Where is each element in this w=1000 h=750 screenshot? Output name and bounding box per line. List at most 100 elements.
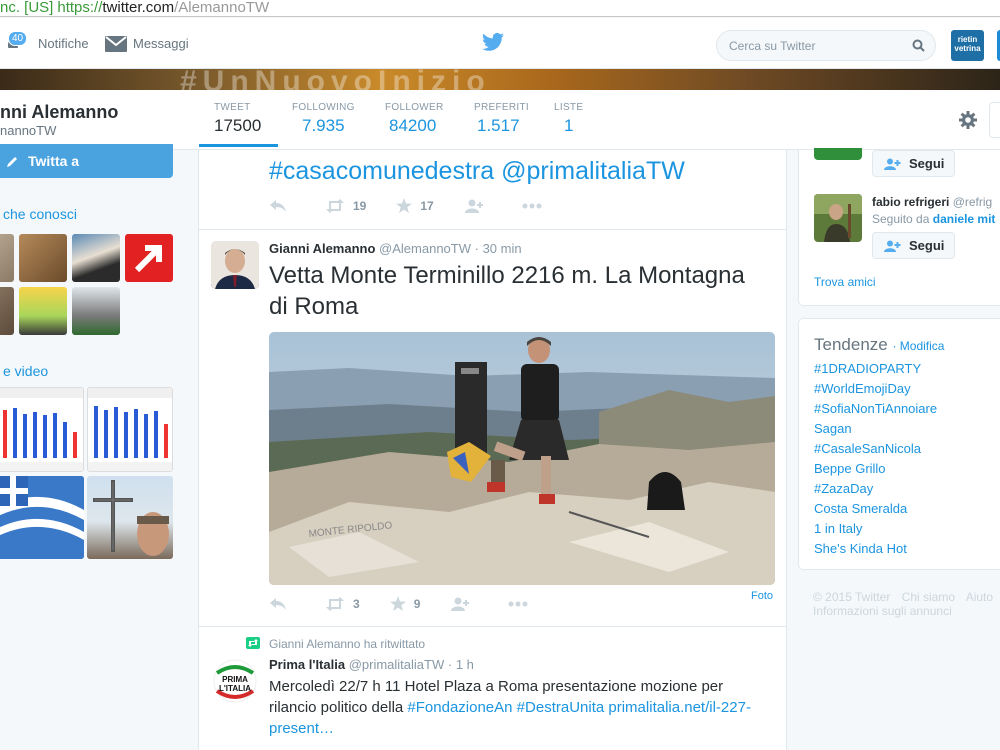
retweet-indicator-icon bbox=[246, 637, 260, 649]
stat-label: FOLLOWING bbox=[292, 102, 355, 113]
person-thumbnail[interactable] bbox=[72, 287, 120, 335]
retweet-button[interactable]: 19 bbox=[325, 198, 367, 213]
follow-label: Segui bbox=[909, 238, 945, 253]
retweeted-by-label[interactable]: Gianni Alemanno ha ritwittato bbox=[269, 637, 425, 651]
retweet-button[interactable]: 3 bbox=[325, 596, 360, 611]
author-name[interactable]: Gianni Alemanno bbox=[269, 241, 375, 256]
stat-following[interactable]: FOLLOWING 7.935 bbox=[292, 102, 355, 136]
trend-item[interactable]: She's Kinda Hot bbox=[814, 541, 907, 556]
follow-user-action[interactable] bbox=[450, 597, 478, 611]
stat-favorites[interactable]: PREFERITI 1.517 bbox=[474, 102, 529, 136]
url-path: /AlemannoTW bbox=[174, 0, 270, 16]
person-thumbnail[interactable] bbox=[0, 287, 14, 335]
url-domain: twitter.com bbox=[102, 0, 175, 16]
notifications-link[interactable]: 40 Notifiche bbox=[0, 18, 89, 69]
person-outdoor-photo bbox=[814, 194, 862, 242]
who-to-follow-panel: Segui fabio refrigeri @refrig Seguito da… bbox=[798, 148, 1000, 306]
trend-item[interactable]: #CasaleSanNicola bbox=[814, 441, 921, 456]
favorite-count: 9 bbox=[413, 596, 421, 611]
search-icon[interactable] bbox=[912, 39, 925, 52]
trend-item[interactable]: Costa Smeralda bbox=[814, 501, 907, 516]
stat-tweets[interactable]: TWEET 17500 bbox=[199, 102, 278, 147]
trend-item[interactable]: #ZazaDay bbox=[814, 481, 873, 496]
footer: © 2015 Twitter Chi siamo Aiuto Informazi… bbox=[813, 590, 993, 618]
person-thumbnail[interactable] bbox=[19, 287, 67, 335]
tweet-time[interactable]: · 1 h bbox=[448, 657, 474, 672]
follow-button[interactable]: Segui bbox=[872, 150, 955, 177]
trend-item[interactable]: Sagan bbox=[814, 421, 852, 436]
tweet-item[interactable]: Gianni Alemanno ha ritwittato PRIMA L'IT… bbox=[199, 627, 786, 750]
suggestion-avatar[interactable] bbox=[814, 194, 862, 242]
tweet-item[interactable]: #casacomunedestra @primalitaliaTW 19 17 bbox=[199, 150, 786, 230]
suggestion-handle: @refrig bbox=[952, 195, 993, 209]
photo-link[interactable]: Foto bbox=[751, 590, 773, 602]
banner-text: #UnNuovoInizio bbox=[180, 69, 491, 90]
twitter-bird-icon[interactable] bbox=[481, 30, 505, 54]
search-input[interactable]: Cerca su Twitter bbox=[716, 30, 936, 61]
messages-link[interactable]: Messaggi bbox=[105, 18, 189, 69]
more-button[interactable] bbox=[508, 601, 536, 607]
person-thumbnail[interactable] bbox=[0, 234, 14, 282]
timeline: #casacomunedestra @primalitaliaTW 19 17 bbox=[198, 150, 787, 750]
stat-value: 84200 bbox=[389, 116, 437, 135]
tweet-header: Prima l'Italia @primalitaliaTW · 1 h bbox=[269, 657, 474, 672]
help-link[interactable]: Aiuto bbox=[966, 590, 993, 604]
trend-item[interactable]: #SofiaNonTiAnnoiare bbox=[814, 401, 937, 416]
favorite-button[interactable]: 9 bbox=[389, 596, 421, 611]
author-handle[interactable]: @primalitaliaTW bbox=[349, 657, 445, 672]
reply-button[interactable] bbox=[269, 199, 295, 213]
people-you-know-heading: che conosci bbox=[3, 206, 77, 222]
stat-value: 17500 bbox=[214, 116, 262, 135]
media-thumbnail-summit[interactable] bbox=[87, 476, 173, 559]
tweet-item[interactable]: Gianni Alemanno @AlemannoTW · 30 min Vet… bbox=[199, 230, 786, 627]
logo-text-bottom: L'ITALIA bbox=[219, 684, 251, 693]
suggestion-name[interactable]: fabio refrigeri @refrig bbox=[872, 195, 992, 209]
trend-item[interactable]: 1 in Italy bbox=[814, 521, 862, 536]
author-name[interactable]: Prima l'Italia bbox=[269, 657, 345, 672]
media-thumbnail-chart[interactable] bbox=[87, 387, 173, 472]
tweet-actions: 3 9 bbox=[269, 596, 566, 611]
avatar[interactable]: PRIMA L'ITALIA bbox=[211, 657, 259, 705]
stat-lists[interactable]: LISTE 1 bbox=[554, 102, 583, 136]
change-trends-link[interactable]: · Modifica bbox=[892, 339, 944, 353]
followed-by-label: Seguito da bbox=[872, 212, 930, 226]
profile-banner: #UnNuovoInizio bbox=[0, 69, 1000, 90]
tweet-to-button[interactable]: Twitta a bbox=[0, 144, 173, 178]
person-thumbnail[interactable] bbox=[125, 234, 173, 282]
follow-user-action[interactable] bbox=[464, 199, 492, 213]
favorite-button[interactable]: 17 bbox=[396, 198, 434, 213]
tweet-time[interactable]: · 30 min bbox=[475, 241, 522, 256]
trend-item[interactable]: #1DRADIOPARTY bbox=[814, 361, 921, 376]
person-thumbnail[interactable] bbox=[72, 234, 120, 282]
messages-label: Messaggi bbox=[133, 36, 189, 51]
more-button[interactable] bbox=[522, 203, 550, 209]
tweet-photo[interactable]: MONTE RIPOLDO bbox=[269, 332, 775, 585]
profile-handle: nannoTW bbox=[0, 123, 57, 138]
follow-label: Segui bbox=[909, 156, 945, 171]
suggestion-avatar[interactable] bbox=[814, 148, 862, 160]
about-link[interactable]: Chi siamo bbox=[902, 590, 955, 604]
hashtag-link[interactable]: #DestraUnita bbox=[517, 699, 605, 716]
find-friends-link[interactable]: Trova amici bbox=[814, 275, 876, 289]
follow-state-button[interactable] bbox=[989, 102, 1000, 138]
follow-button[interactable]: Segui bbox=[872, 232, 955, 259]
gear-icon[interactable] bbox=[958, 110, 978, 130]
ads-info-link[interactable]: Informazioni sugli annunci bbox=[813, 604, 952, 618]
media-thumbnail-chart[interactable] bbox=[0, 387, 84, 472]
avatar[interactable] bbox=[211, 241, 259, 289]
retweet-count: 19 bbox=[353, 198, 367, 213]
partner-logo[interactable]: rietin vetrina bbox=[951, 30, 984, 61]
hashtag-link[interactable]: #FondazioneAn bbox=[407, 699, 512, 716]
tweet-text: Mercoledì 22/7 h 11 Hotel Plaza a Roma p… bbox=[269, 676, 774, 739]
author-handle[interactable]: @AlemannoTW bbox=[379, 241, 471, 256]
trend-item[interactable]: Beppe Grillo bbox=[814, 461, 886, 476]
followed-by-user[interactable]: daniele mit bbox=[933, 212, 996, 226]
reply-icon bbox=[270, 199, 286, 212]
address-bar[interactable]: nc. [US] https://twitter.com/AlemannoTW bbox=[0, 0, 1000, 17]
stat-followers[interactable]: FOLLOWER 84200 bbox=[385, 102, 444, 136]
person-thumbnail[interactable] bbox=[19, 234, 67, 282]
trend-item[interactable]: #WorldEmojiDay bbox=[814, 381, 911, 396]
media-thumbnail-flag[interactable] bbox=[0, 476, 84, 559]
reply-button[interactable] bbox=[269, 597, 295, 611]
profile-navigation: nni Alemanno nannoTW TWEET 17500 FOLLOWI… bbox=[0, 90, 1000, 150]
